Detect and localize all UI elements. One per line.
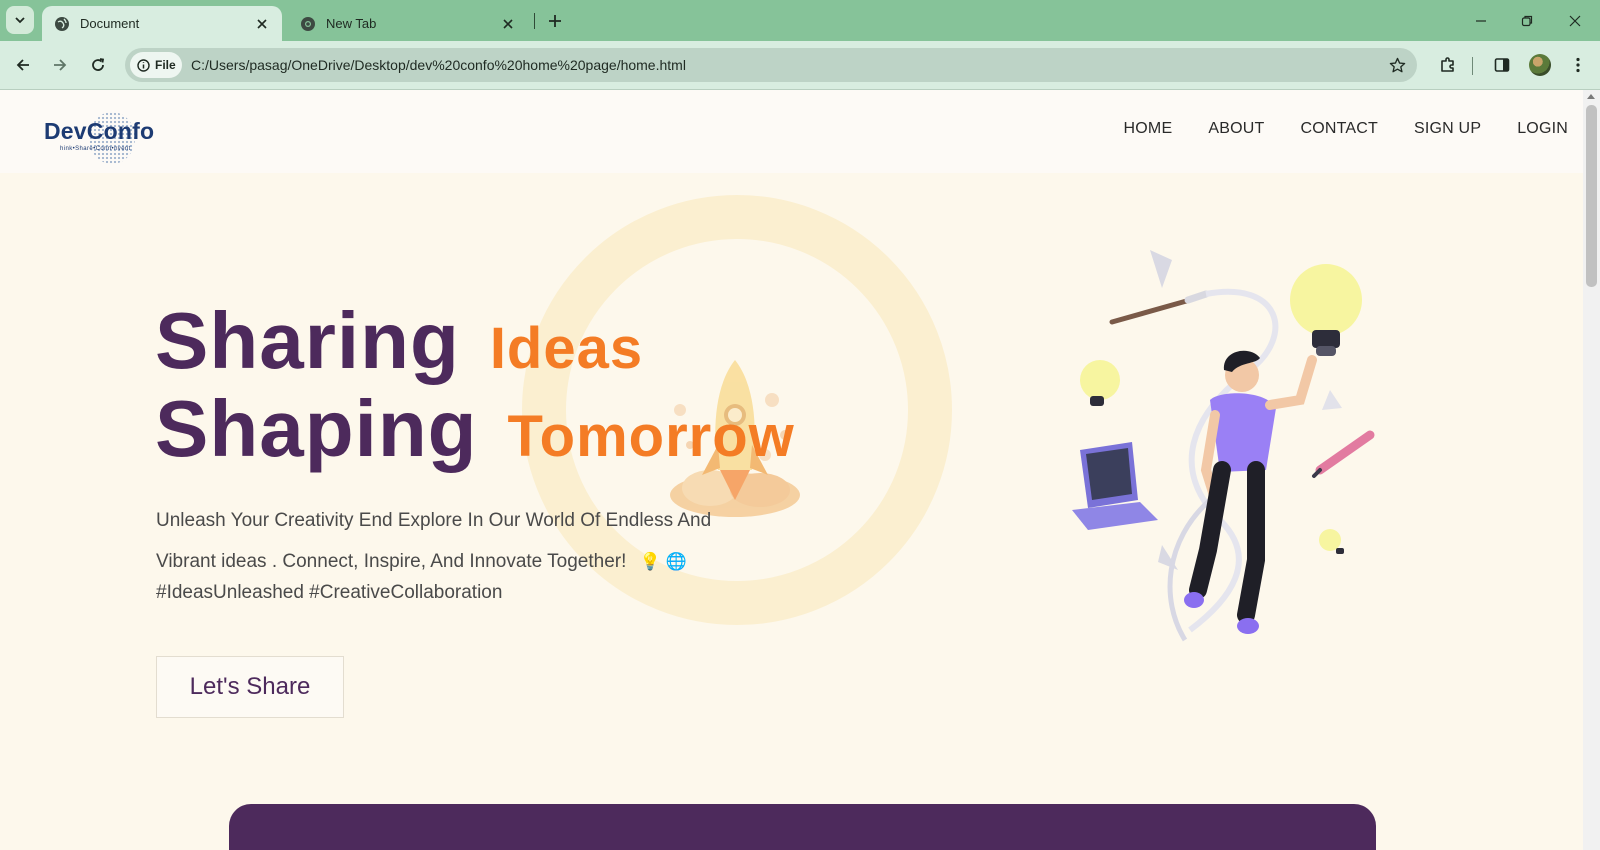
laptop-icon <box>1072 442 1158 530</box>
lightbulb-icon <box>1290 264 1362 356</box>
logo-name: DevConfo <box>44 118 155 144</box>
tab-title: Document <box>80 16 140 31</box>
hero-headline: Sharing Ideas Shaping Tomorrow <box>155 295 795 473</box>
forward-button[interactable] <box>46 51 74 79</box>
star-icon <box>1389 57 1405 72</box>
close-icon <box>1569 15 1581 27</box>
browser-menu-button[interactable] <box>1564 51 1592 79</box>
plus-icon <box>549 15 561 27</box>
site-info-chip[interactable]: File <box>130 52 182 78</box>
puzzle-icon <box>1441 57 1454 72</box>
nav-about[interactable]: ABOUT <box>1208 120 1264 138</box>
side-panel-icon <box>1494 58 1510 72</box>
description-line-1: Unleash Your Creativity End Explore In O… <box>156 510 712 531</box>
headline-shaping: Shaping <box>155 384 478 473</box>
tab-new-tab[interactable]: New Tab <box>288 6 528 41</box>
close-icon <box>257 18 267 29</box>
new-tab-button[interactable] <box>542 8 568 34</box>
browser-toolbar: File C:/Users/pasag/OneDrive/Desktop/dev… <box>0 41 1600 90</box>
nav-login[interactable]: LOGIN <box>1517 120 1568 138</box>
arrow-left-icon <box>16 59 29 71</box>
headline-ideas: Ideas <box>489 316 644 381</box>
kebab-menu-icon <box>1576 57 1580 73</box>
close-tab-button[interactable] <box>254 16 270 32</box>
features-section-band <box>229 804 1376 850</box>
side-panel-button[interactable] <box>1488 51 1516 79</box>
page-scrollbar[interactable] <box>1583 90 1600 850</box>
main-nav: HOME ABOUT CONTACT SIGN UP LOGIN <box>1124 120 1568 138</box>
site-navbar: DevConfo hink•Share•Conn•nvent HOME ABOU… <box>0 90 1583 173</box>
arrow-right-icon <box>54 59 67 71</box>
info-icon <box>137 58 150 72</box>
paper-plane-icon <box>1322 390 1342 410</box>
close-tab-button[interactable] <box>500 16 516 32</box>
tab-document[interactable]: Document <box>42 6 282 41</box>
reload-icon <box>92 58 105 71</box>
person-ideas-illustration <box>1072 250 1375 642</box>
paper-plane-icon <box>1150 250 1172 288</box>
person-figure <box>1184 350 1317 634</box>
restore-icon <box>1521 15 1533 27</box>
tab-title: New Tab <box>326 16 377 31</box>
logo-tagline: hink•Share•Conn•nvent <box>60 146 131 152</box>
nav-contact[interactable]: CONTACT <box>1300 120 1378 138</box>
description-line-2: Vibrant ideas . Connect, Inspire, And In… <box>156 551 627 572</box>
headline-tomorrow: Tomorrow <box>507 404 795 469</box>
hero-description: Unleash Your Creativity End Explore In O… <box>156 500 796 582</box>
chip-label: File <box>155 58 176 72</box>
profile-avatar[interactable] <box>1529 54 1551 76</box>
restore-button[interactable] <box>1512 8 1542 34</box>
pencil-icon <box>1315 430 1375 475</box>
tab-search-button[interactable] <box>6 6 34 34</box>
chrome-icon <box>301 16 315 31</box>
site-logo[interactable]: DevConfo hink•Share•Conn•nvent <box>44 112 174 164</box>
globe-icon <box>55 16 69 31</box>
chevron-down-icon <box>15 17 25 24</box>
headline-sharing: Sharing <box>155 296 460 385</box>
close-icon <box>503 18 513 29</box>
lets-share-button[interactable]: Let's Share <box>156 656 344 718</box>
extensions-button[interactable] <box>1434 51 1462 79</box>
web-page: DevConfo hink•Share•Conn•nvent HOME ABOU… <box>0 90 1583 850</box>
back-button[interactable] <box>9 51 37 79</box>
minimize-button[interactable] <box>1466 8 1496 34</box>
url-text[interactable]: C:/Users/pasag/OneDrive/Desktop/dev%20co… <box>191 57 686 73</box>
toolbar-divider <box>1472 57 1473 75</box>
nav-sign-up[interactable]: SIGN UP <box>1414 120 1481 138</box>
reload-button[interactable] <box>84 51 112 79</box>
minimize-icon <box>1476 20 1486 22</box>
bulb-globe-emoji: 💡 🌐 <box>639 552 687 571</box>
browser-tabstrip: Document New Tab <box>0 0 1600 41</box>
hero-hashtags: #IdeasUnleashed #CreativeCollaboration <box>156 582 503 603</box>
address-bar[interactable]: File C:/Users/pasag/OneDrive/Desktop/dev… <box>125 48 1417 82</box>
scroll-up-arrow-icon[interactable] <box>1587 94 1595 99</box>
close-window-button[interactable] <box>1560 8 1590 34</box>
lightbulb-icon <box>1319 529 1344 554</box>
tab-separator <box>534 13 535 29</box>
bookmark-button[interactable] <box>1387 55 1407 75</box>
nav-home[interactable]: HOME <box>1124 120 1173 138</box>
scrollbar-thumb[interactable] <box>1586 105 1597 287</box>
lightbulb-icon <box>1080 360 1120 406</box>
